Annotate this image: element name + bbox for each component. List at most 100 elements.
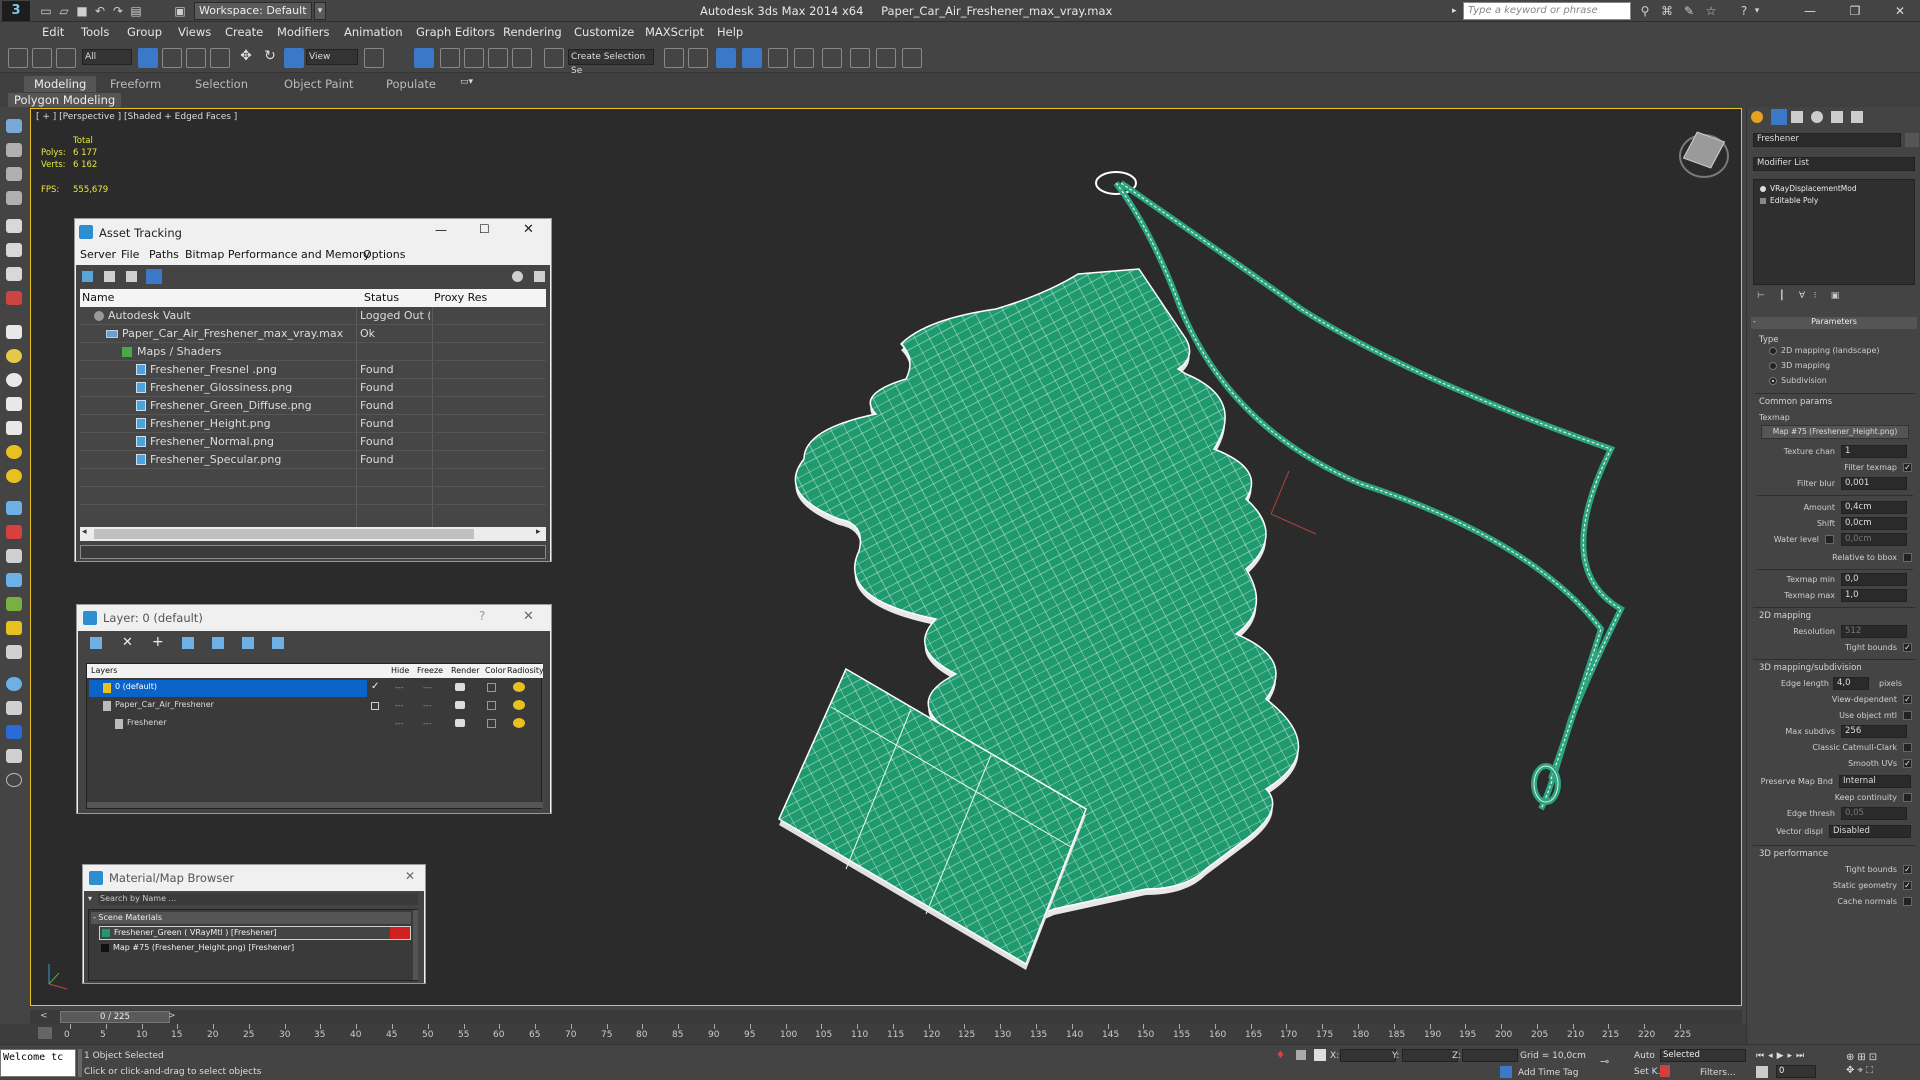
material-item[interactable]: Freshener_Green ( VRayMtl ) [Freshener] bbox=[99, 926, 411, 940]
window-crossing-icon[interactable] bbox=[210, 48, 230, 68]
subscription-icon[interactable]: ⌘ bbox=[1660, 3, 1674, 19]
left-help-icon[interactable] bbox=[6, 773, 22, 787]
project-folder-icon[interactable]: ▣ bbox=[172, 3, 188, 19]
sphere-icon[interactable] bbox=[6, 349, 22, 363]
scene-explorer-icon[interactable] bbox=[6, 143, 22, 157]
hide-toggle-icon[interactable]: --- bbox=[395, 719, 404, 728]
table-row[interactable]: Freshener_Green_Diffuse.png Found bbox=[80, 397, 546, 415]
asset-help-icon[interactable] bbox=[512, 271, 523, 282]
render-icon[interactable] bbox=[6, 677, 22, 691]
asset-settings-icon[interactable] bbox=[534, 271, 545, 282]
asset-maximize-icon[interactable]: ☐ bbox=[479, 222, 490, 236]
key-filter-dropdown[interactable]: Selected bbox=[1660, 1049, 1746, 1062]
reference-coordinate-dropdown[interactable]: View bbox=[306, 49, 358, 65]
object-color-swatch[interactable] bbox=[1905, 133, 1919, 147]
x-coordinate-input[interactable] bbox=[1340, 1049, 1396, 1062]
current-layer-box-icon[interactable] bbox=[371, 702, 379, 710]
freeze-toggle-icon[interactable]: --- bbox=[423, 683, 432, 692]
table-row[interactable]: Autodesk Vault Logged Out (... bbox=[80, 307, 546, 325]
motion-tab-icon[interactable] bbox=[1811, 111, 1823, 123]
asset-path-field[interactable] bbox=[80, 545, 546, 559]
rotate-icon[interactable]: ↻ bbox=[260, 48, 280, 68]
delete-layer-icon[interactable]: ✕ bbox=[122, 635, 133, 650]
asset-minimize-icon[interactable]: — bbox=[435, 223, 447, 237]
modify-tab-icon[interactable] bbox=[1771, 109, 1787, 125]
asset-menu-paths[interactable]: Paths bbox=[149, 248, 179, 261]
radiosity-icon[interactable] bbox=[513, 682, 525, 692]
key-filters-button[interactable]: Filters... bbox=[1700, 1068, 1736, 1078]
binoculars-icon[interactable]: ⚲ bbox=[1638, 3, 1652, 19]
time-slider-left-icon[interactable]: < bbox=[40, 1011, 54, 1023]
highlight-layer-icon[interactable] bbox=[212, 637, 224, 649]
tight-bounds2-checkbox[interactable]: ✓ bbox=[1903, 865, 1912, 874]
radiosity-icon[interactable] bbox=[513, 700, 525, 710]
camera-icon[interactable] bbox=[6, 549, 22, 563]
animation-icon[interactable] bbox=[6, 621, 22, 635]
texmap-button[interactable]: Map #75 (Freshener_Height.png) bbox=[1761, 425, 1909, 439]
key-mode-icon[interactable]: ⊸ bbox=[1600, 1055, 1614, 1068]
scale-icon[interactable] bbox=[284, 48, 304, 68]
table-row[interactable]: Freshener_Glossiness.png Found bbox=[80, 379, 546, 397]
asset-menu-options[interactable]: Options bbox=[363, 248, 405, 261]
table-row[interactable]: Freshener_Fresnel .png Found bbox=[80, 361, 546, 379]
list-view-icon[interactable] bbox=[104, 271, 115, 282]
layer-color-swatch[interactable] bbox=[487, 683, 496, 692]
time-config-icon[interactable] bbox=[1756, 1066, 1768, 1078]
new-file-icon[interactable]: ▭ bbox=[38, 3, 54, 19]
selection-filter-dropdown[interactable]: All bbox=[82, 49, 132, 65]
relative-bbox-checkbox[interactable] bbox=[1903, 553, 1912, 562]
refresh-icon[interactable] bbox=[82, 271, 93, 282]
modifier-vray-displacement[interactable]: VRayDisplacementMod bbox=[1758, 184, 1912, 194]
freeze-all-layers-icon[interactable] bbox=[272, 637, 284, 649]
material-browser-close-icon[interactable]: ✕ bbox=[405, 869, 415, 883]
scroll-right-icon[interactable]: ▸ bbox=[536, 527, 541, 537]
object-name-field[interactable]: Freshener bbox=[1753, 133, 1901, 147]
water-level-checkbox[interactable] bbox=[1825, 535, 1834, 544]
filter-texmap-checkbox[interactable]: ✓ bbox=[1903, 463, 1912, 472]
workspace-dropdown[interactable]: Workspace: Default ▾ bbox=[194, 2, 312, 33]
view-dependent-checkbox[interactable]: ✓ bbox=[1903, 695, 1912, 704]
layer-row-paper-car[interactable]: Paper_Car_Air_Freshener --- --- bbox=[89, 698, 541, 715]
favorites-star-icon[interactable]: ☆ bbox=[1704, 3, 1718, 19]
hierarchy-tab-icon[interactable] bbox=[1791, 111, 1803, 123]
menu-modifiers[interactable]: Modifiers bbox=[277, 25, 330, 39]
table-row[interactable]: Freshener_Normal.png Found bbox=[80, 433, 546, 451]
track-bar-icon[interactable] bbox=[38, 1027, 52, 1039]
resolution-input[interactable]: 512 bbox=[1841, 625, 1907, 638]
rectangular-selection-icon[interactable] bbox=[186, 48, 206, 68]
menu-rendering[interactable]: Rendering bbox=[503, 25, 562, 39]
layer-close-icon[interactable]: ✕ bbox=[523, 609, 534, 624]
viewport-layout-icon[interactable] bbox=[6, 119, 22, 133]
render-teapot-icon[interactable] bbox=[455, 719, 465, 727]
radiosity-icon[interactable] bbox=[513, 718, 525, 728]
tree-view-icon[interactable] bbox=[126, 271, 137, 282]
track-bar[interactable]: 0 5 10 15 20 25 30 35 40 45 50 55 60 65 70 75 80 85 90 95 10… bbox=[0, 1024, 1746, 1044]
help-dropdown-icon[interactable]: ▾ bbox=[1752, 3, 1762, 19]
add-time-tag[interactable]: Add Time Tag bbox=[1518, 1068, 1578, 1078]
absolute-mode-icon[interactable] bbox=[1314, 1049, 1326, 1061]
hide-toggle-icon[interactable]: --- bbox=[395, 683, 404, 692]
modifier-editable-poly[interactable]: Editable Poly bbox=[1758, 196, 1912, 206]
tab-modeling[interactable]: Modeling bbox=[24, 76, 97, 92]
systems-icon[interactable] bbox=[6, 597, 22, 611]
lights-icon[interactable] bbox=[6, 267, 22, 281]
select-link-icon[interactable] bbox=[8, 48, 28, 68]
render-teapot-icon[interactable] bbox=[455, 701, 465, 709]
utilities-tab-icon[interactable] bbox=[1851, 111, 1863, 123]
layer-row-freshener[interactable]: Freshener --- --- bbox=[89, 716, 541, 733]
vray-icon[interactable] bbox=[6, 725, 22, 739]
angle-snap-icon[interactable] bbox=[464, 48, 484, 68]
add-to-layer-icon[interactable]: + bbox=[152, 634, 164, 650]
ribbon-options-icon[interactable]: ▭▾ bbox=[460, 77, 484, 89]
table-row[interactable]: Freshener_Specular.png Found bbox=[80, 451, 546, 469]
layer-help-icon[interactable]: ? bbox=[479, 609, 485, 623]
col-name[interactable]: Name bbox=[82, 291, 114, 304]
asset-horizontal-scrollbar[interactable]: ◂ ▸ bbox=[80, 527, 546, 541]
render-teapot-icon[interactable] bbox=[455, 683, 465, 691]
modifier-list-dropdown[interactable]: Modifier List bbox=[1753, 157, 1915, 171]
table-row[interactable]: Maps / Shaders bbox=[80, 343, 546, 361]
use-object-mtl-checkbox[interactable] bbox=[1903, 711, 1912, 720]
filter-blur-input[interactable]: 0,001 bbox=[1841, 477, 1907, 490]
hold-icon[interactable]: ▤ bbox=[128, 3, 144, 19]
select-in-layer-icon[interactable] bbox=[182, 637, 194, 649]
